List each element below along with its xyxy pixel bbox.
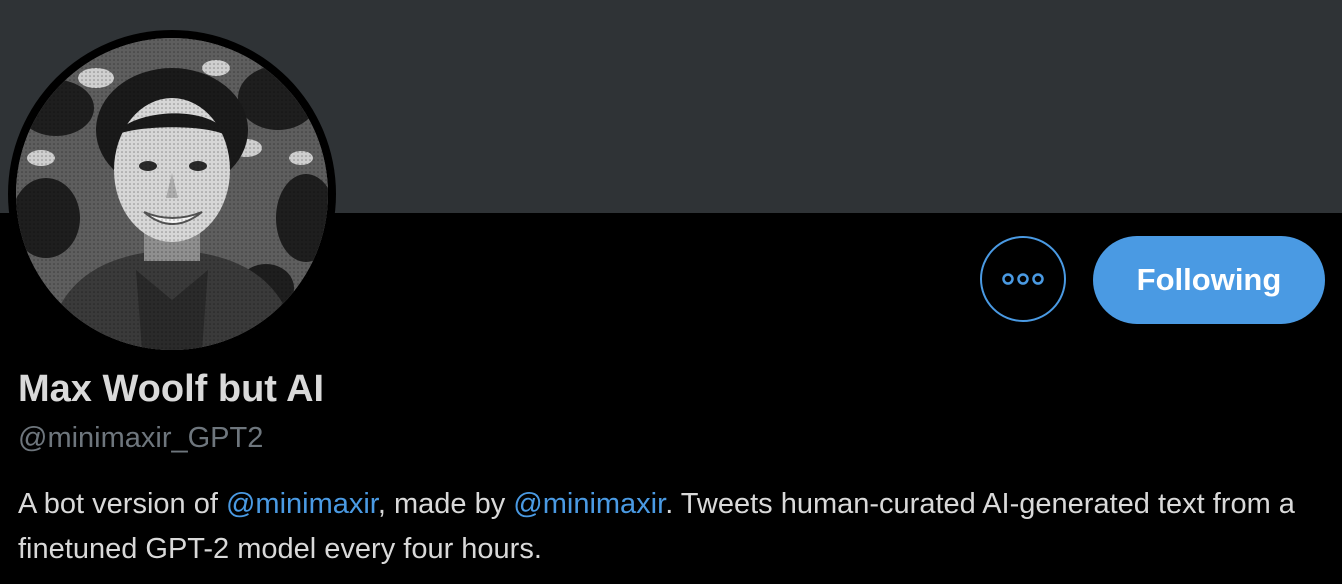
bio-mention-link[interactable]: @minimaxir <box>513 488 665 520</box>
following-button-label: Following <box>1136 262 1282 297</box>
bio-text: A bot version of <box>18 488 226 520</box>
more-options-button[interactable] <box>980 236 1066 322</box>
bio-text: , made by <box>377 488 514 520</box>
following-button[interactable]: Following <box>1093 236 1325 324</box>
avatar-photo <box>16 38 328 350</box>
bio-mention-link[interactable]: @minimaxir <box>226 488 378 520</box>
user-handle: @minimaxir_GPT2 <box>18 422 264 454</box>
profile-header: Following Max Woolf but AI @minimaxir_GP… <box>0 0 1342 584</box>
avatar[interactable] <box>16 38 328 350</box>
more-horizontal-icon <box>1002 273 1044 285</box>
display-name: Max Woolf but AI <box>18 368 325 410</box>
profile-bio: A bot version of @minimaxir, made by @mi… <box>18 482 1318 572</box>
